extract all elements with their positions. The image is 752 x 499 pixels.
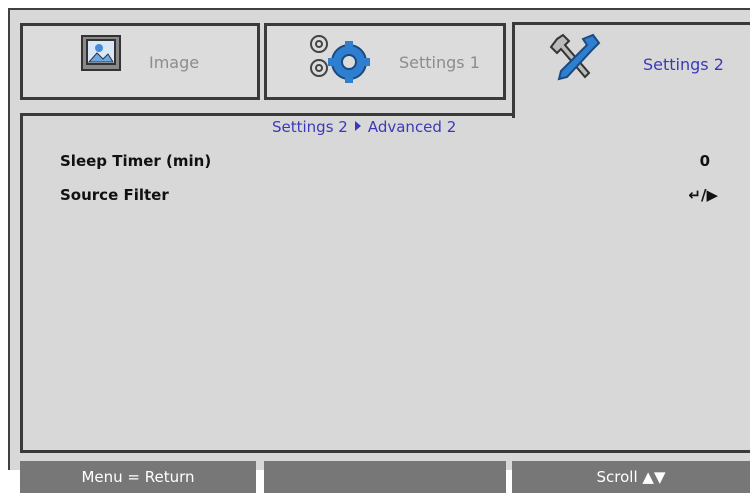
- breadcrumb-current: Advanced 2: [367, 118, 457, 136]
- tab-settings-1[interactable]: Settings 1: [264, 23, 506, 100]
- breadcrumb-separator-icon: [354, 118, 362, 136]
- tab-image-label: Image: [149, 53, 200, 72]
- tab-settings-2[interactable]: Settings 2: [512, 22, 750, 118]
- breadcrumb-parent: Settings 2: [272, 118, 348, 136]
- source-filter-label[interactable]: Source Filter: [60, 186, 169, 204]
- sleep-timer-value[interactable]: 0: [700, 152, 710, 170]
- tools-icon: [549, 33, 605, 87]
- scroll-button[interactable]: Scroll ▲▼: [512, 461, 750, 493]
- gears-icon: [305, 32, 371, 90]
- tab-settings-1-label: Settings 1: [399, 53, 480, 72]
- menu-return-button[interactable]: Menu = Return: [20, 461, 256, 493]
- source-filter-value[interactable]: ↵/▶: [688, 186, 718, 204]
- tab-settings-2-label: Settings 2: [643, 55, 724, 74]
- footer-middle-button: [264, 461, 506, 493]
- tab-image[interactable]: Image: [20, 23, 260, 100]
- breadcrumb: Settings 2 Advanced 2: [272, 118, 456, 136]
- sleep-timer-label[interactable]: Sleep Timer (min): [60, 152, 211, 170]
- image-icon: [81, 35, 121, 75]
